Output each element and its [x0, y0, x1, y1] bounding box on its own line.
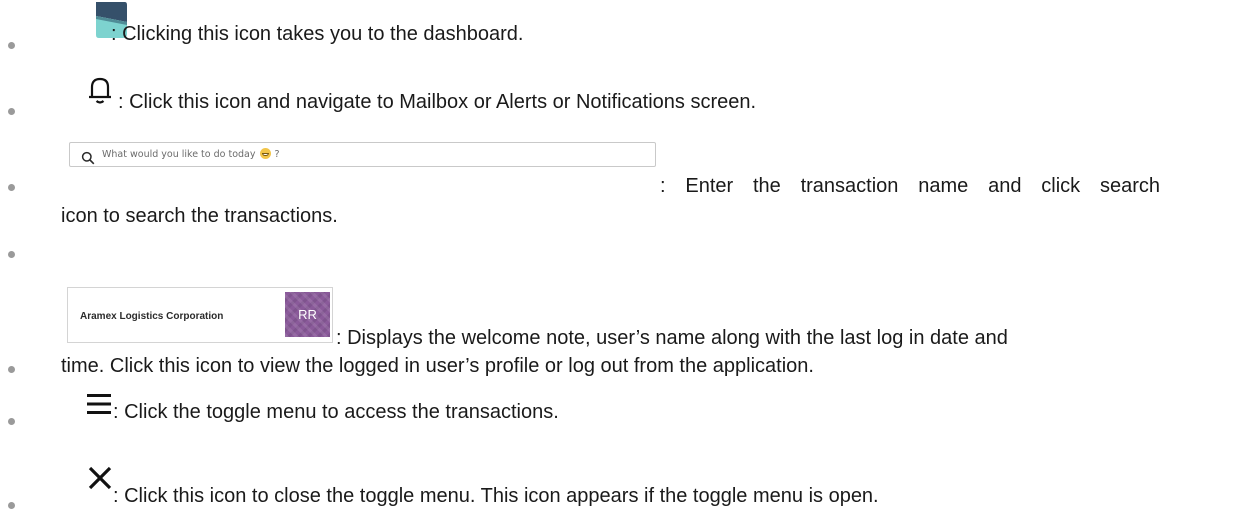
item-description: : Clicking this icon takes you to the da… [111, 23, 524, 45]
list-item-empty [0, 228, 1243, 268]
item-description: : Displays the welcome note, user’s name… [336, 327, 1008, 349]
company-name: Aramex Logistics Corporation [80, 311, 224, 322]
bullet [8, 251, 15, 258]
avatar[interactable]: RR [285, 292, 330, 337]
item-description: : Click this icon to close the toggle me… [113, 485, 879, 507]
bullet [8, 184, 15, 191]
item-description: : Click the toggle menu to access the tr… [113, 401, 559, 423]
hamburger-menu-icon[interactable] [86, 392, 112, 416]
bell-icon[interactable] [87, 76, 113, 106]
bullet [8, 418, 15, 425]
list-item-toggle-menu: : Click the toggle menu to access the tr… [0, 370, 1243, 444]
grinning-face-icon [259, 148, 271, 159]
bullet [8, 42, 15, 49]
list-item-notifications: : Click this icon and navigate to Mailbo… [0, 60, 1243, 120]
list-item-close-menu: : Click this icon to close the toggle me… [0, 444, 1243, 518]
search-input[interactable]: What would you like to do today ? [69, 142, 656, 167]
profile-chip[interactable]: Aramex Logistics Corporation RR [67, 287, 333, 343]
list-item-profile: Aramex Logistics Corporation RR : Displa… [0, 280, 1243, 377]
item-description: : Click this icon and navigate to Mailbo… [118, 91, 757, 113]
search-icon[interactable] [81, 148, 95, 165]
item-description-continued: icon to search the transactions. [61, 205, 338, 227]
search-placeholder: What would you like to do today ? [102, 148, 280, 160]
list-item-dashboard: : Clicking this icon takes you to the da… [0, 0, 1243, 60]
item-description: : Enter the transaction name and click s… [660, 175, 1160, 197]
close-icon[interactable] [88, 466, 112, 490]
bullet [8, 108, 15, 115]
bullet [8, 502, 15, 509]
list-item-search: What would you like to do today ? : Ente… [0, 138, 1243, 228]
